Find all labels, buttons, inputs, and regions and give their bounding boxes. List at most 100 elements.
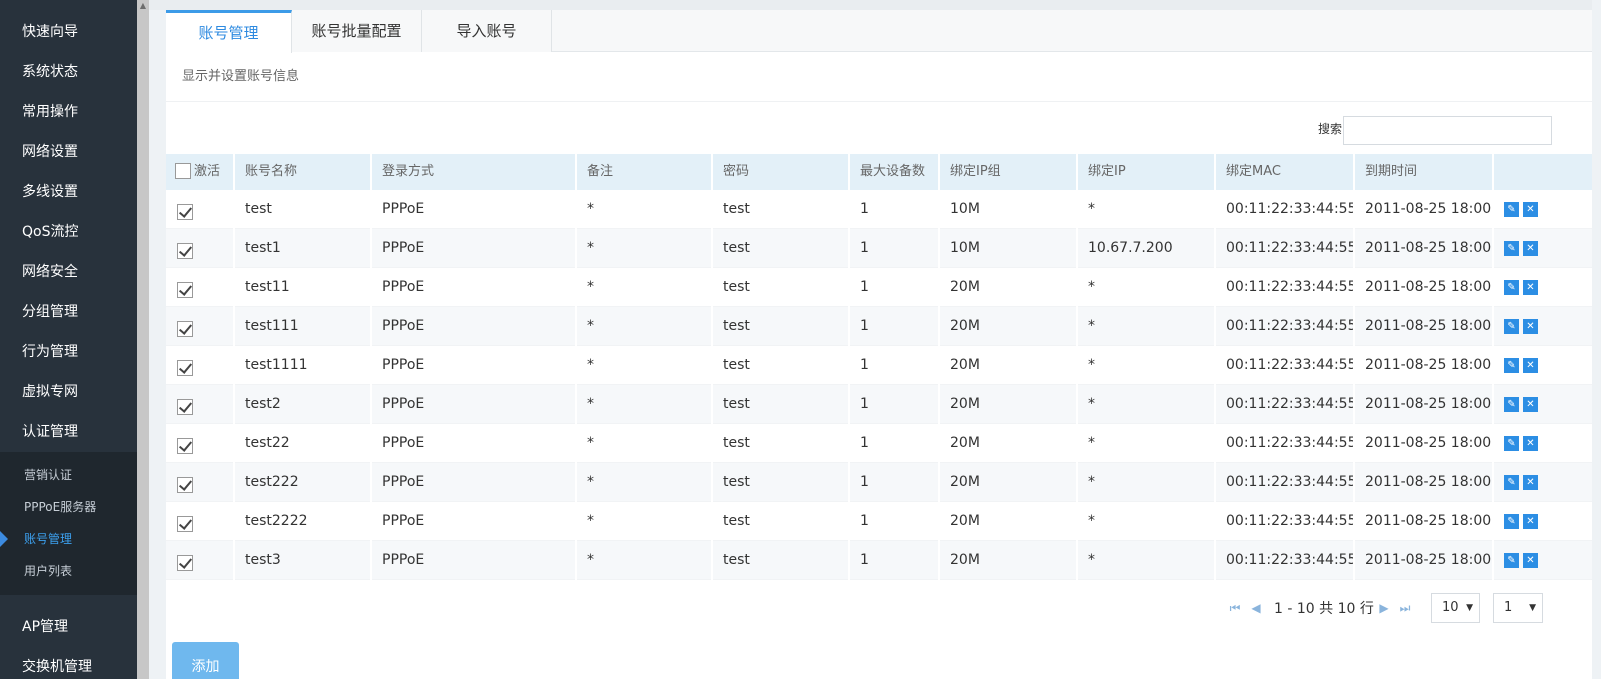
close-icon[interactable]: ✕ — [1523, 280, 1538, 295]
sub-marketing-auth[interactable]: 营销认证 — [0, 459, 137, 491]
activate-cell — [166, 385, 235, 424]
pencil-icon[interactable]: ✎ — [1504, 475, 1519, 490]
expiry-cell: 2011-08-25 18:00 — [1355, 307, 1494, 346]
activate-checkbox[interactable] — [177, 516, 193, 532]
header-remark[interactable]: 备注 — [577, 154, 713, 190]
activate-checkbox[interactable] — [177, 243, 193, 259]
activate-checkbox[interactable] — [177, 438, 193, 454]
bound-ip-cell: * — [1078, 385, 1216, 424]
close-icon[interactable]: ✕ — [1523, 475, 1538, 490]
close-icon[interactable]: ✕ — [1523, 553, 1538, 568]
pencil-icon[interactable]: ✎ — [1504, 202, 1519, 217]
max-devices-cell: 1 — [850, 307, 940, 346]
close-icon[interactable]: ✕ — [1523, 202, 1538, 217]
activate-checkbox[interactable] — [177, 360, 193, 376]
close-icon[interactable]: ✕ — [1523, 436, 1538, 451]
bound-ip-cell: * — [1078, 502, 1216, 541]
tab-batch-config[interactable]: 账号批量配置 — [292, 10, 422, 52]
header-login-method[interactable]: 登录方式 — [372, 154, 577, 190]
sub-account-management[interactable]: 账号管理 — [0, 523, 137, 555]
table-row: test2222 PPPoE * test 1 20M * 00:11:22:33:44:55… — [166, 502, 1592, 541]
select-all-checkbox[interactable] — [175, 163, 191, 179]
activate-checkbox[interactable] — [177, 282, 193, 298]
prev-page-icon[interactable]: ◀ — [1249, 601, 1263, 615]
nav-behavior-management[interactable]: 行为管理 — [0, 332, 137, 372]
nav-system-status[interactable]: 系统状态 — [0, 52, 137, 92]
nav-switch-management[interactable]: 交换机管理 — [0, 647, 137, 679]
bound-ip-group-cell: 10M — [940, 190, 1078, 229]
chevron-down-icon: ▼ — [1466, 603, 1473, 613]
nav-ap-management[interactable]: AP管理 — [0, 607, 137, 647]
pencil-icon[interactable]: ✎ — [1504, 553, 1519, 568]
pencil-icon[interactable]: ✎ — [1504, 280, 1519, 295]
close-icon[interactable]: ✕ — [1523, 319, 1538, 334]
max-devices-cell: 1 — [850, 424, 940, 463]
last-page-icon[interactable]: ⏭ — [1398, 601, 1412, 615]
page-number-select[interactable]: 1 ▼ — [1493, 593, 1543, 623]
pagination-info: 1 - 10 共 10 行 — [1274, 601, 1374, 617]
header-bound-ip-group[interactable]: 绑定IP组 — [940, 154, 1078, 190]
next-page-icon[interactable]: ▶ — [1377, 601, 1391, 615]
close-icon[interactable]: ✕ — [1523, 514, 1538, 529]
bound-ip-cell: * — [1078, 307, 1216, 346]
pencil-icon[interactable]: ✎ — [1504, 397, 1519, 412]
close-icon[interactable]: ✕ — [1523, 241, 1538, 256]
nav-auth-management[interactable]: 认证管理 — [0, 412, 137, 452]
table-row: test111 PPPoE * test 1 20M * 00:11:22:33:44:55 2… — [166, 307, 1592, 346]
activate-cell — [166, 190, 235, 229]
bound-ip-group-cell: 20M — [940, 268, 1078, 307]
header-account-name[interactable]: 账号名称 — [235, 154, 372, 190]
header-password[interactable]: 密码 — [713, 154, 850, 190]
expiry-cell: 2011-08-25 18:00 — [1355, 190, 1494, 229]
page-size-select[interactable]: 10 ▼ — [1431, 593, 1480, 623]
tab-import-accounts[interactable]: 导入账号 — [422, 10, 552, 52]
password-cell: test — [713, 307, 850, 346]
actions-cell: ✎ ✕ — [1494, 268, 1592, 307]
add-button[interactable]: 添加 — [172, 642, 239, 679]
sub-user-list[interactable]: 用户列表 — [0, 555, 137, 587]
expiry-cell: 2011-08-25 18:00 — [1355, 268, 1494, 307]
bound-ip-cell: 10.67.7.200 — [1078, 229, 1216, 268]
nav-network-settings[interactable]: 网络设置 — [0, 132, 137, 172]
nav-qos[interactable]: QoS流控 — [0, 212, 137, 252]
header-bound-mac[interactable]: 绑定MAC — [1216, 154, 1355, 190]
close-icon[interactable]: ✕ — [1523, 397, 1538, 412]
close-icon[interactable]: ✕ — [1523, 358, 1538, 373]
expiry-cell: 2011-08-25 18:00 — [1355, 541, 1494, 580]
pencil-icon[interactable]: ✎ — [1504, 436, 1519, 451]
first-page-icon[interactable]: ⏮ — [1228, 601, 1242, 615]
nav-quick-guide[interactable]: 快速向导 — [0, 12, 137, 52]
pencil-icon[interactable]: ✎ — [1504, 514, 1519, 529]
pencil-icon[interactable]: ✎ — [1504, 241, 1519, 256]
search-input[interactable] — [1343, 116, 1552, 145]
pencil-icon[interactable]: ✎ — [1504, 358, 1519, 373]
nav-vpn[interactable]: 虚拟专网 — [0, 372, 137, 412]
expiry-cell: 2011-08-25 18:00 — [1355, 229, 1494, 268]
actions-cell: ✎ ✕ — [1494, 307, 1592, 346]
nav-network-security[interactable]: 网络安全 — [0, 252, 137, 292]
activate-checkbox[interactable] — [177, 321, 193, 337]
scroll-up-icon[interactable]: ▲ — [138, 0, 148, 12]
nav-common-ops[interactable]: 常用操作 — [0, 92, 137, 132]
activate-cell — [166, 346, 235, 385]
bound-ip-group-cell: 20M — [940, 424, 1078, 463]
splitter-bar[interactable] — [137, 0, 149, 679]
password-cell: test — [713, 541, 850, 580]
activate-checkbox[interactable] — [177, 399, 193, 415]
nav-multi-line[interactable]: 多线设置 — [0, 172, 137, 212]
tab-account-management[interactable]: 账号管理 — [166, 10, 292, 53]
nav-group-management[interactable]: 分组管理 — [0, 292, 137, 332]
header-bound-ip[interactable]: 绑定IP — [1078, 154, 1216, 190]
pencil-icon[interactable]: ✎ — [1504, 319, 1519, 334]
activate-cell — [166, 307, 235, 346]
header-max-devices[interactable]: 最大设备数 — [850, 154, 940, 190]
sub-pppoe-server[interactable]: PPPoE服务器 — [0, 491, 137, 523]
header-expiry[interactable]: 到期时间 — [1355, 154, 1494, 190]
activate-cell — [166, 268, 235, 307]
bound-ip-cell: * — [1078, 424, 1216, 463]
activate-checkbox[interactable] — [177, 555, 193, 571]
password-cell: test — [713, 268, 850, 307]
activate-checkbox[interactable] — [177, 477, 193, 493]
bound-mac-cell: 00:11:22:33:44:55 — [1216, 229, 1355, 268]
activate-checkbox[interactable] — [177, 204, 193, 220]
